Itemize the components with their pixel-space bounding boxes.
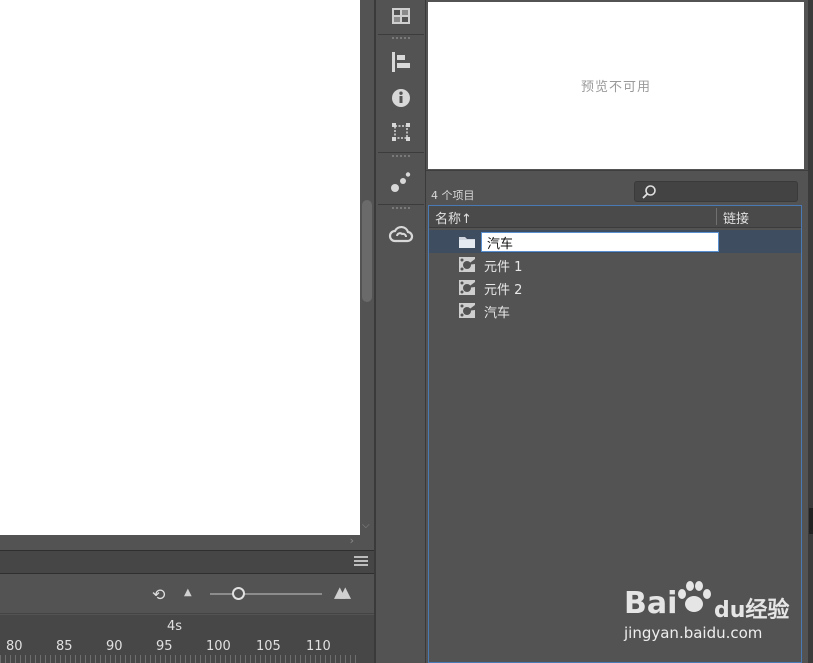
folder-icon xyxy=(459,237,475,248)
chevron-down-icon[interactable]: ⌵ xyxy=(362,520,370,531)
frame-number: 110 xyxy=(306,639,331,654)
item-count: 4 个项目 xyxy=(431,189,475,202)
swatches-panel-icon[interactable] xyxy=(380,0,422,32)
scrollbar-thumb[interactable] xyxy=(362,200,372,302)
paw-icon xyxy=(678,581,711,612)
loop-icon[interactable]: ⟲ xyxy=(152,585,165,604)
list-item[interactable]: 元件 1 xyxy=(429,253,801,276)
timeline-ruler[interactable]: 4s 80 85 90 95 100 105 110 xyxy=(0,615,374,663)
baidu-jingyan-watermark: Bai du经验 jingyan.baidu.com xyxy=(620,578,810,648)
column-divider[interactable] xyxy=(716,208,717,225)
frame-number: 100 xyxy=(206,639,231,654)
components-panel-icon[interactable] xyxy=(380,166,422,198)
library-toolbar: 4 个项目 xyxy=(426,170,808,204)
zoom-out-icon[interactable]: ▲ xyxy=(184,587,192,598)
movieclip-symbol-icon xyxy=(459,280,475,295)
rename-input[interactable] xyxy=(481,232,719,252)
slider-knob[interactable] xyxy=(231,587,245,600)
sort-ascending-icon[interactable]: ↑ xyxy=(461,212,472,227)
column-header-linkage[interactable]: 链接 xyxy=(723,208,749,227)
item-label: 元件 1 xyxy=(484,260,523,275)
list-item-folder[interactable] xyxy=(429,230,801,253)
panel-edge xyxy=(808,0,813,663)
column-name-label: 名称 xyxy=(435,212,462,227)
stage-vertical-scrollbar[interactable]: ⌵ xyxy=(360,0,374,548)
timeline-panel-header xyxy=(0,550,374,574)
watermark-brand: Bai xyxy=(624,586,678,621)
transform-panel-icon[interactable] xyxy=(380,116,422,148)
timeline-controls: ⟲ ▲ ▲▲ xyxy=(0,574,374,614)
panel-menu-icon[interactable] xyxy=(354,556,368,568)
watermark-url: jingyan.baidu.com xyxy=(624,624,763,642)
panel-group-grip[interactable] xyxy=(378,34,424,40)
symbol-preview: 预览不可用 xyxy=(428,2,804,169)
info-panel-icon[interactable] xyxy=(380,82,422,114)
frame-number: 105 xyxy=(256,639,281,654)
movieclip-symbol-icon xyxy=(459,303,475,318)
library-search-input[interactable] xyxy=(634,181,798,202)
chevron-right-icon[interactable]: › xyxy=(350,534,354,547)
watermark-brand-suffix: du xyxy=(714,598,746,623)
panel-icon-strip xyxy=(376,0,426,663)
frame-number: 85 xyxy=(56,639,73,654)
panel-resize-handle[interactable] xyxy=(809,508,813,534)
timeline-zoom-slider[interactable] xyxy=(210,593,322,595)
frame-number: 80 xyxy=(6,639,23,654)
zoom-in-icon[interactable]: ▲▲ xyxy=(334,583,351,601)
panel-group-grip[interactable] xyxy=(378,152,424,158)
preview-unavailable-text: 预览不可用 xyxy=(580,80,651,95)
frame-number: 90 xyxy=(106,639,123,654)
search-icon xyxy=(642,185,656,199)
ruler-ticks xyxy=(0,655,360,663)
item-label: 汽车 xyxy=(484,306,511,321)
library-panel: 预览不可用 4 个项目 名称↑ 链接 元件 1 元件 2 汽车 xyxy=(426,0,808,663)
stage-canvas[interactable] xyxy=(0,0,360,535)
align-panel-icon[interactable] xyxy=(380,46,422,78)
stage-horizontal-scrollbar[interactable]: › xyxy=(0,534,360,548)
frame-number: 95 xyxy=(156,639,173,654)
cc-libraries-icon[interactable] xyxy=(380,218,422,250)
item-label: 元件 2 xyxy=(484,283,523,298)
time-label: 4s xyxy=(167,619,183,634)
watermark-product-label: 经验 xyxy=(745,598,790,623)
column-header-name[interactable]: 名称↑ xyxy=(435,208,472,227)
list-item[interactable]: 元件 2 xyxy=(429,276,801,299)
library-list-header: 名称↑ 链接 xyxy=(429,206,801,228)
panel-group-grip[interactable] xyxy=(378,204,424,210)
watermark-product: du经验 xyxy=(714,592,789,624)
movieclip-symbol-icon xyxy=(459,257,475,272)
list-item[interactable]: 汽车 xyxy=(429,299,801,322)
